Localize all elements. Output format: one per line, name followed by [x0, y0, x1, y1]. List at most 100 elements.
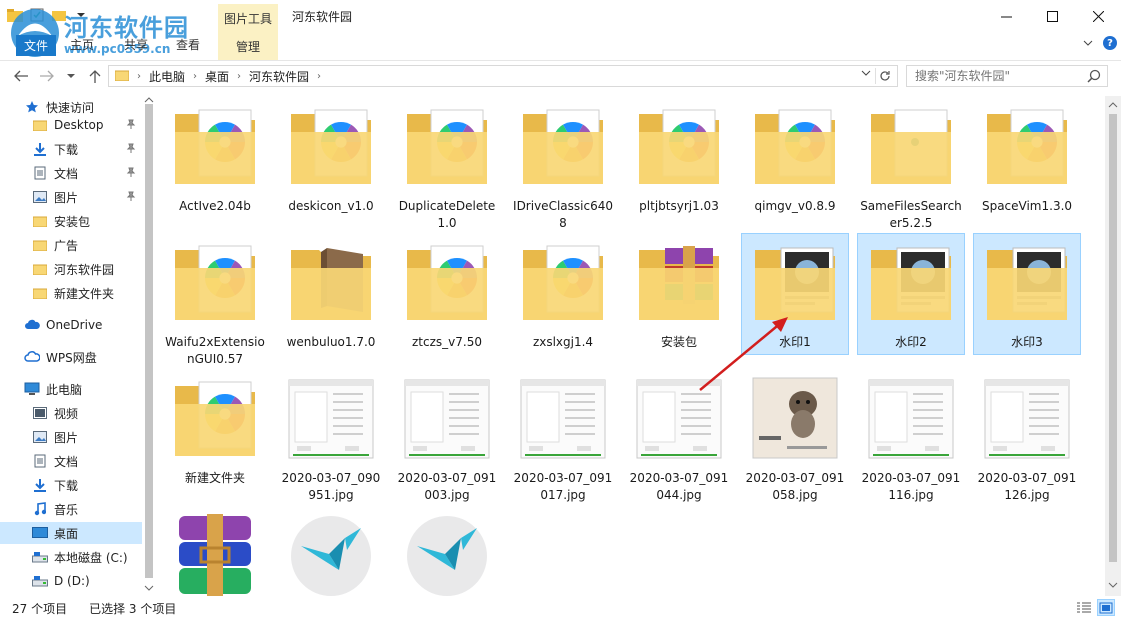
folder-item[interactable]: 水印2: [857, 233, 965, 355]
tab-manage[interactable]: 管理: [218, 32, 278, 60]
scroll-down-icon[interactable]: [143, 584, 155, 592]
forward-button[interactable]: [38, 67, 56, 85]
tab-view[interactable]: 查看: [176, 36, 200, 53]
file-item[interactable]: 2020-03-07_091116.jpg: [858, 370, 964, 502]
crumb-separator-icon[interactable]: ›: [237, 71, 241, 82]
image-thumbnail: [287, 374, 375, 460]
item-label: zxslxgj1.4: [532, 335, 594, 349]
crumb-separator-icon[interactable]: ›: [317, 71, 321, 82]
file-item[interactable]: [394, 506, 500, 596]
search-box[interactable]: [906, 65, 1108, 87]
folder-icon: [32, 117, 48, 133]
folder-item[interactable]: 水印1: [741, 233, 849, 355]
explorer-app-icon[interactable]: [6, 6, 24, 24]
new-folder-icon[interactable]: [50, 6, 68, 24]
folder-item[interactable]: wenbuluo1.7.0: [278, 234, 384, 354]
folder-item[interactable]: pltjbtsyrj1.03: [626, 98, 732, 218]
file-item[interactable]: 2020-03-07_090951.jpg: [278, 370, 384, 502]
address-bar[interactable]: › 此电脑 › 桌面 › 河东软件园 ›: [108, 65, 898, 87]
nav-item-label: 河东软件园: [54, 262, 115, 277]
item-label: deskicon_v1.0: [288, 199, 374, 213]
address-dropdown-icon[interactable]: [861, 69, 871, 80]
tab-home[interactable]: 主页: [70, 36, 94, 53]
nav-item[interactable]: 此电脑: [0, 378, 142, 400]
nav-item[interactable]: 文档: [0, 162, 142, 184]
crumb-separator-icon[interactable]: ›: [137, 71, 141, 82]
folder-item[interactable]: ActIve2.04b: [162, 98, 268, 218]
nav-item[interactable]: 新建文件夹: [0, 282, 142, 304]
file-list-scroll-thumb[interactable]: [1109, 114, 1117, 562]
nav-item[interactable]: 图片: [0, 186, 142, 208]
nav-item[interactable]: WPS网盘: [0, 346, 142, 368]
nav-item[interactable]: 桌面: [0, 522, 142, 544]
search-icon[interactable]: [1087, 69, 1101, 86]
scroll-up-icon[interactable]: [143, 96, 155, 104]
drive-icon: [32, 573, 48, 589]
breadcrumb-desktop[interactable]: 桌面: [205, 68, 229, 85]
nav-item[interactable]: D (D:): [0, 570, 142, 592]
details-view-button[interactable]: [1075, 599, 1093, 616]
file-item[interactable]: [162, 506, 268, 596]
scroll-up-icon[interactable]: [1105, 100, 1121, 110]
folder-item[interactable]: SpaceVim1.3.0: [974, 98, 1080, 218]
file-item[interactable]: 2020-03-07_091017.jpg: [510, 370, 616, 502]
item-label: 水印3: [1011, 335, 1043, 349]
help-icon[interactable]: ?: [1103, 36, 1117, 50]
file-item[interactable]: [278, 506, 384, 596]
nav-item[interactable]: 河东软件园: [0, 258, 142, 280]
folder-item[interactable]: ztczs_v7.50: [394, 234, 500, 354]
nav-item[interactable]: 视频: [0, 402, 142, 424]
nav-item[interactable]: 图片: [0, 426, 142, 448]
navigation-pane-scroll-thumb[interactable]: [145, 104, 153, 578]
folder-item[interactable]: Waifu2xExtensionGUI0.57: [162, 234, 268, 366]
up-button[interactable]: [86, 67, 104, 85]
minimize-button[interactable]: [983, 0, 1029, 32]
close-button[interactable]: [1075, 0, 1121, 32]
maximize-button[interactable]: [1029, 0, 1075, 32]
tab-file[interactable]: 文件: [16, 35, 57, 56]
folder-item[interactable]: DuplicateDelete1.0: [394, 98, 500, 230]
file-item[interactable]: 2020-03-07_091058.jpg: [742, 370, 848, 502]
tab-share[interactable]: 共享: [124, 36, 148, 53]
folder-item[interactable]: zxslxgj1.4: [510, 234, 616, 354]
folder-icon: [171, 238, 259, 324]
file-list-view[interactable]: ActIve2.04b deskicon_v1.0 DuplicateDelete1…: [160, 96, 1105, 596]
expand-ribbon-icon[interactable]: [1083, 36, 1093, 50]
scroll-down-icon[interactable]: [1105, 580, 1121, 590]
folder-item[interactable]: IDriveClassic6408: [510, 98, 616, 230]
nav-item[interactable]: OneDrive: [0, 314, 142, 336]
nav-item[interactable]: 广告: [0, 234, 142, 256]
nav-item[interactable]: 安装包: [0, 210, 142, 232]
file-item[interactable]: 2020-03-07_091044.jpg: [626, 370, 732, 502]
nav-item[interactable]: Desktop: [0, 114, 142, 136]
file-item[interactable]: 2020-03-07_091003.jpg: [394, 370, 500, 502]
folder-item[interactable]: qimgv_v0.8.9: [742, 98, 848, 218]
desktop-icon: [32, 525, 48, 541]
nav-item[interactable]: 文档: [0, 450, 142, 472]
nav-item[interactable]: 下载: [0, 138, 142, 160]
back-button[interactable]: [12, 67, 30, 85]
qat-dropdown-icon[interactable]: [72, 6, 90, 24]
breadcrumb-current-folder[interactable]: 河东软件园: [249, 68, 309, 85]
recent-locations-button[interactable]: [62, 67, 80, 85]
folder-item[interactable]: 水印3: [973, 233, 1081, 355]
item-label: ActIve2.04b: [179, 199, 251, 213]
search-input[interactable]: [915, 69, 1085, 83]
properties-icon[interactable]: [28, 6, 46, 24]
navigation-pane-scrollbar[interactable]: [143, 96, 155, 596]
nav-item[interactable]: 本地磁盘 (C:): [0, 546, 142, 568]
large-icons-view-button[interactable]: [1097, 599, 1115, 616]
folder-item[interactable]: 新建文件夹: [162, 370, 268, 490]
file-list-scrollbar[interactable]: [1105, 96, 1121, 596]
breadcrumb-this-pc[interactable]: 此电脑: [149, 68, 185, 85]
refresh-button[interactable]: [875, 68, 893, 84]
folder-item[interactable]: SameFilesSearcher5.2.5: [858, 98, 964, 230]
image-thumbnail: [403, 374, 491, 460]
nav-item[interactable]: 音乐: [0, 498, 142, 520]
folder-item[interactable]: 安装包: [626, 234, 732, 354]
nav-item[interactable]: 下载: [0, 474, 142, 496]
file-item[interactable]: 2020-03-07_091126.jpg: [974, 370, 1080, 502]
nav-item-label: OneDrive: [46, 318, 103, 332]
folder-item[interactable]: deskicon_v1.0: [278, 98, 384, 218]
crumb-separator-icon[interactable]: ›: [193, 71, 197, 82]
